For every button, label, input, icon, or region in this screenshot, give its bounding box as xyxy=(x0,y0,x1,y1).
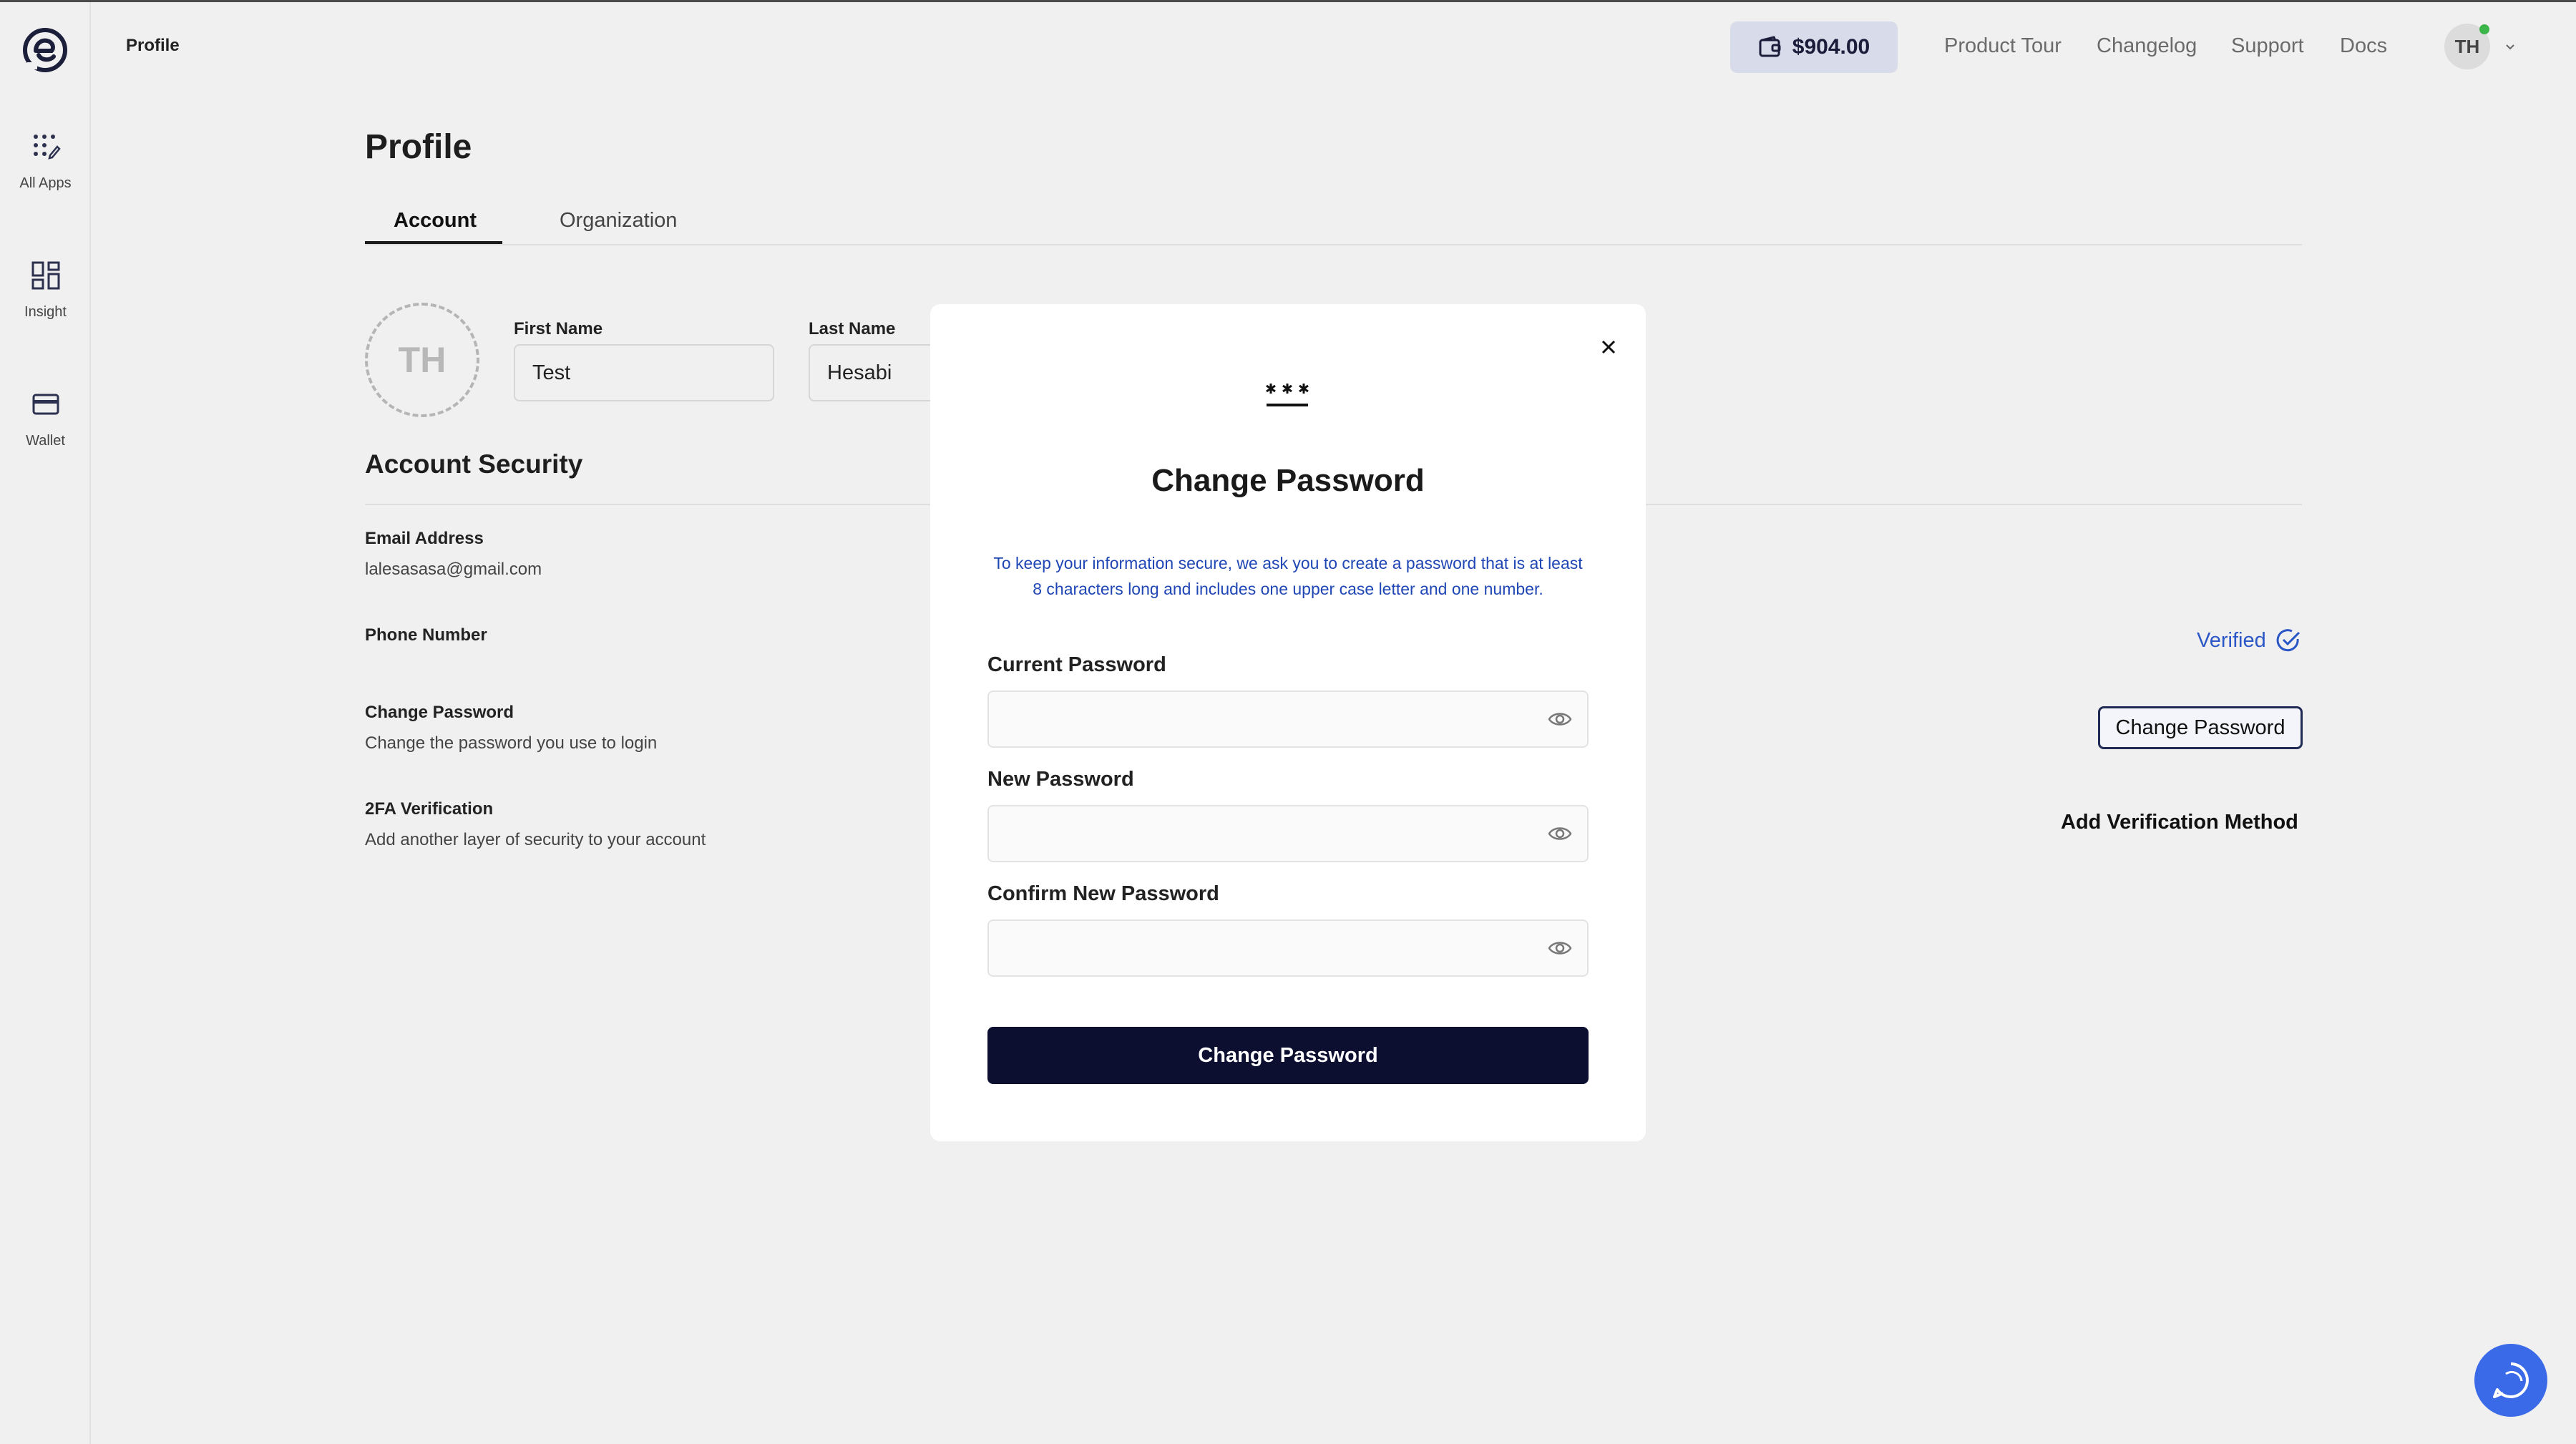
password-asterisks-icon xyxy=(1266,384,1309,406)
nav-product-tour[interactable]: Product Tour xyxy=(1944,34,2062,58)
balance-amount: $904.00 xyxy=(1792,35,1870,59)
sidebar-item-label: All Apps xyxy=(19,175,72,191)
account-security-title: Account Security xyxy=(365,449,583,479)
confirm-password-field xyxy=(987,919,1589,977)
sidebar-item-all-apps[interactable]: All Apps xyxy=(0,131,91,192)
current-password-label: Current Password xyxy=(987,653,1166,676)
nav-support[interactable]: Support xyxy=(2231,34,2304,58)
modal-title: Change Password xyxy=(1151,463,1425,498)
email-label: Email Address xyxy=(365,529,484,548)
change-password-label: Change Password xyxy=(365,703,514,722)
confirm-password-label: Confirm New Password xyxy=(987,882,1219,905)
profile-avatar[interactable]: TH xyxy=(365,303,479,417)
sidebar-item-wallet[interactable]: Wallet xyxy=(0,389,91,449)
twofa-desc: Add another layer of security to your ac… xyxy=(365,830,706,849)
nav-docs[interactable]: Docs xyxy=(2340,34,2387,58)
check-circle-icon xyxy=(2276,629,2300,652)
apps-icon xyxy=(33,135,61,160)
chat-icon xyxy=(2493,1362,2529,1398)
dashboard-icon xyxy=(31,261,59,290)
new-password-input[interactable] xyxy=(990,808,1534,859)
chat-support-button[interactable] xyxy=(2474,1344,2547,1417)
phone-label: Phone Number xyxy=(365,625,487,645)
online-status-dot xyxy=(2479,24,2489,34)
verified-label: Verified xyxy=(2197,628,2266,652)
current-password-input[interactable] xyxy=(990,693,1534,745)
eye-icon[interactable] xyxy=(1547,822,1573,845)
sidebar-item-insight[interactable]: Insight xyxy=(0,260,91,321)
eye-icon[interactable] xyxy=(1547,937,1573,960)
tabs-divider xyxy=(365,244,2302,245)
wallet-balance-button[interactable]: $904.00 xyxy=(1730,21,1898,73)
sidebar-item-label: Wallet xyxy=(26,433,65,449)
brand-logo-icon[interactable] xyxy=(20,25,70,75)
current-password-field xyxy=(987,691,1589,748)
page-title: Profile xyxy=(365,128,472,166)
first-name-label: First Name xyxy=(514,319,603,338)
sidebar: All Apps Insight Wallet xyxy=(0,2,91,1444)
header-title: Profile xyxy=(126,36,180,55)
new-password-field xyxy=(987,805,1589,862)
close-icon[interactable] xyxy=(1594,333,1623,361)
phone-verified-status: Verified xyxy=(2197,627,2302,654)
tab-account[interactable]: Account xyxy=(394,209,477,233)
twofa-label: 2FA Verification xyxy=(365,799,494,819)
submit-change-password-button[interactable]: Change Password xyxy=(987,1027,1589,1084)
sidebar-item-label: Insight xyxy=(24,304,67,320)
new-password-label: New Password xyxy=(987,768,1134,791)
add-verification-method-button[interactable]: Add Verification Method xyxy=(2061,811,2298,834)
wallet-icon xyxy=(1759,36,1781,57)
change-password-desc: Change the password you use to login xyxy=(365,733,658,753)
email-value: lalesasasa@gmail.com xyxy=(365,560,542,579)
change-password-modal: Change Password To keep your information… xyxy=(930,304,1646,1141)
nav-changelog[interactable]: Changelog xyxy=(2097,34,2197,58)
last-name-label: Last Name xyxy=(809,319,896,338)
change-password-button[interactable]: Change Password xyxy=(2098,706,2303,749)
confirm-password-input[interactable] xyxy=(990,922,1534,974)
tab-organization[interactable]: Organization xyxy=(560,209,677,233)
top-border xyxy=(0,0,2576,2)
first-name-input[interactable]: Test xyxy=(514,344,774,401)
modal-description: To keep your information secure, we ask … xyxy=(993,554,1583,598)
chevron-down-icon[interactable] xyxy=(2504,42,2516,53)
card-icon xyxy=(32,394,59,415)
eye-icon[interactable] xyxy=(1547,708,1573,731)
